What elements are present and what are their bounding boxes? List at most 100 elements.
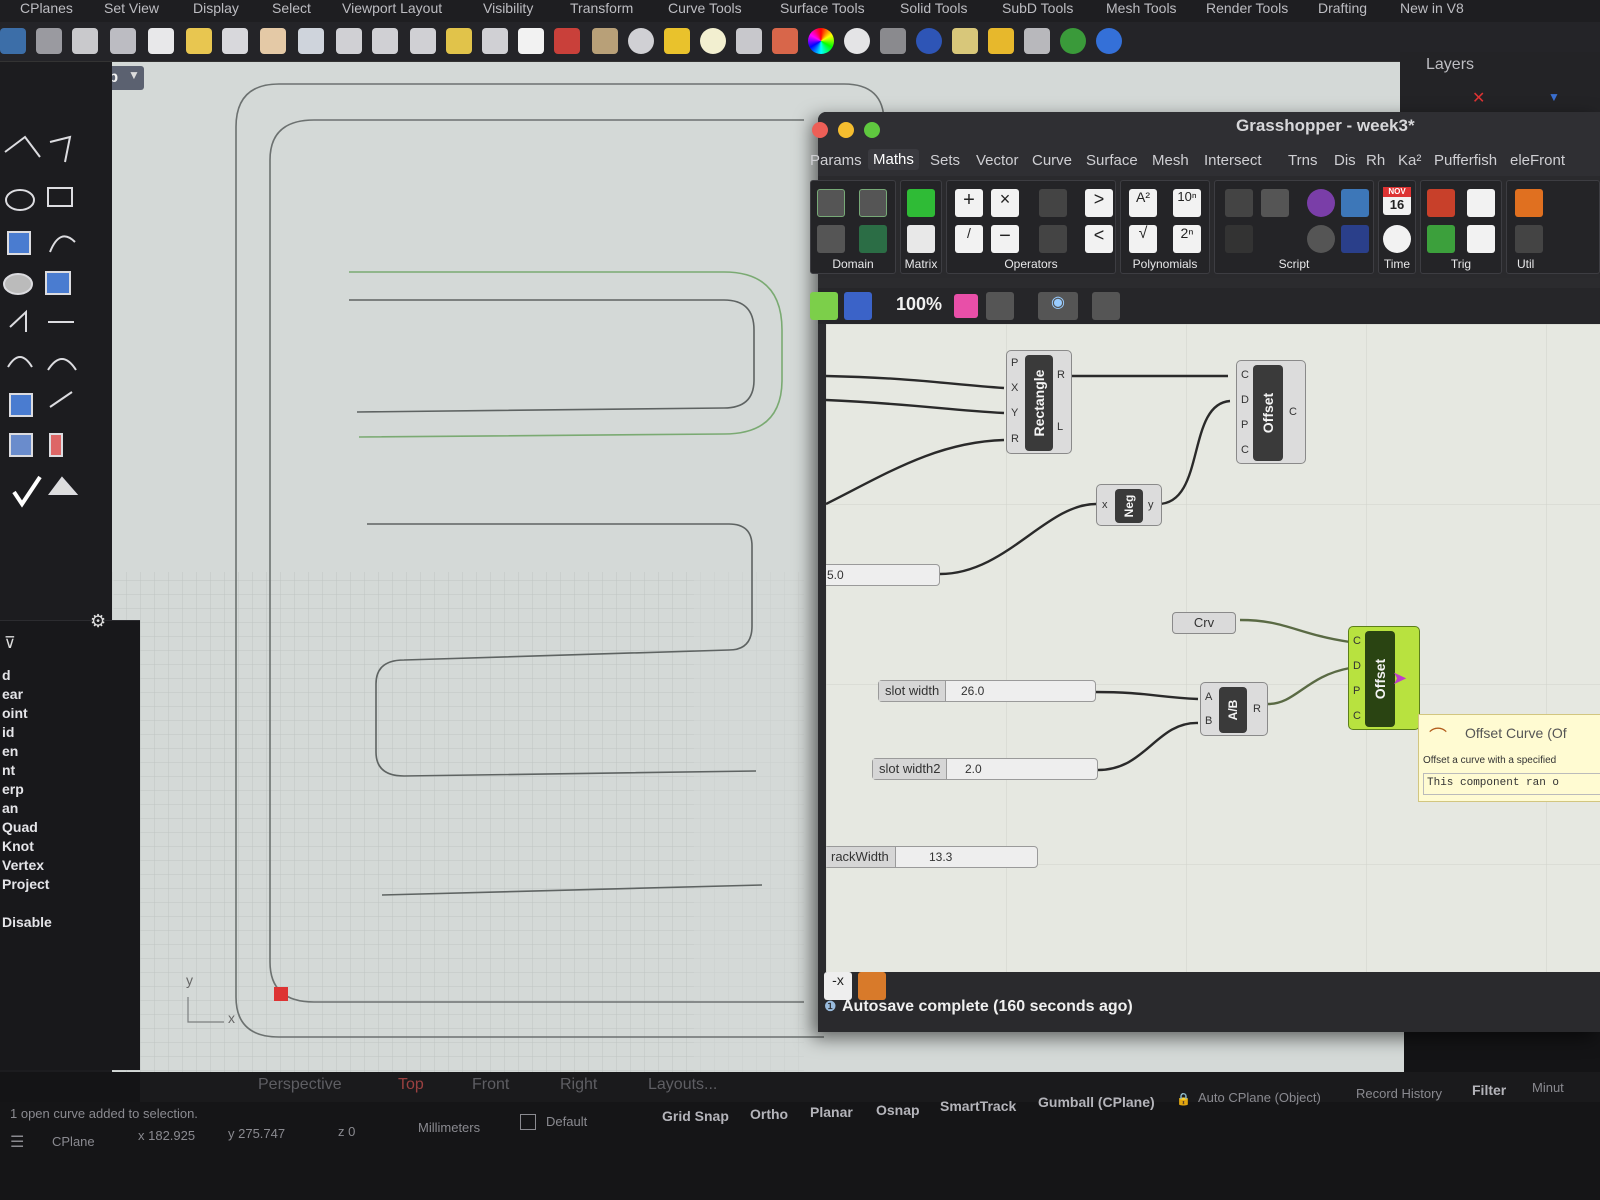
menu-viewport-layout[interactable]: Viewport Layout	[342, 0, 442, 16]
filter-icon[interactable]: ⊽	[4, 633, 16, 653]
menu-render-tools[interactable]: Render Tools	[1206, 0, 1288, 16]
layer-swatch[interactable]	[520, 1114, 536, 1130]
relative-differences-icon[interactable]	[1039, 225, 1067, 253]
osnap-item[interactable]: id	[2, 724, 14, 740]
menu-set-view[interactable]: Set View	[104, 0, 159, 16]
osnap-item[interactable]: d	[2, 667, 11, 683]
gh-title-bar[interactable]: Grasshopper - week3*	[812, 112, 1600, 146]
output-c[interactable]: C	[1289, 406, 1297, 418]
osnap-item[interactable]: an	[2, 800, 18, 816]
osnap-item[interactable]: ear	[2, 686, 23, 702]
select-points-icon[interactable]	[664, 28, 690, 54]
paste-icon[interactable]	[186, 28, 212, 54]
zoom-window-icon[interactable]	[372, 28, 398, 54]
delete-layer-icon[interactable]: ✕	[1472, 88, 1485, 108]
help-icon[interactable]	[1096, 28, 1122, 54]
tab-intersect[interactable]: Intersect	[1204, 152, 1262, 169]
output-r[interactable]: R	[1057, 369, 1065, 381]
input-x[interactable]: X	[1011, 382, 1018, 394]
bake-icon[interactable]	[858, 972, 886, 1000]
copy-icon[interactable]	[148, 28, 174, 54]
curve-param[interactable]: Crv	[1172, 612, 1236, 634]
rack-width-slider[interactable]: rackWidth 13.3	[826, 846, 1038, 868]
negative-component[interactable]: Neg x y	[1096, 484, 1162, 526]
tab-curve[interactable]: Curve	[1032, 152, 1072, 169]
domain-icon[interactable]	[817, 189, 845, 217]
zoom-extents-icon[interactable]	[986, 292, 1014, 320]
render-icon[interactable]	[952, 28, 978, 54]
input-c[interactable]: C	[1353, 635, 1361, 647]
rectangle-component[interactable]: Rectangle P X Y R R L	[1006, 350, 1072, 454]
square-root-icon[interactable]: √	[1129, 225, 1157, 253]
material-icon[interactable]	[916, 28, 942, 54]
mesh-icon[interactable]	[880, 28, 906, 54]
multiply-icon[interactable]: ×	[991, 189, 1019, 217]
util-icon[interactable]	[1515, 189, 1543, 217]
tab-kangaroo[interactable]: Ka²	[1398, 152, 1421, 169]
close-button[interactable]	[812, 122, 828, 138]
tab-elefront[interactable]: eleFront	[1510, 152, 1565, 169]
gumball-toggle[interactable]: Gumball (CPlane)	[1038, 1094, 1155, 1110]
sine-icon[interactable]	[1427, 189, 1455, 217]
rotate-view-icon[interactable]	[298, 28, 324, 54]
zoom-icon[interactable]	[336, 28, 362, 54]
undo-icon[interactable]	[222, 28, 248, 54]
osnap-item[interactable]: nt	[2, 762, 15, 778]
osnap-item[interactable]: en	[2, 743, 18, 759]
zoom-selected-icon[interactable]	[446, 28, 472, 54]
new-doc-icon[interactable]	[810, 292, 838, 320]
grasshopper-window[interactable]: Grasshopper - week3* Params Maths Sets V…	[810, 112, 1600, 1032]
mass-addition-icon[interactable]	[1039, 189, 1067, 217]
number-slider-5[interactable]: 5.0	[826, 564, 940, 586]
osnap-item-project[interactable]: Project	[2, 876, 49, 892]
planar-toggle[interactable]: Planar	[810, 1104, 853, 1120]
maximize-button[interactable]	[864, 122, 880, 138]
input-y[interactable]: Y	[1011, 407, 1018, 419]
tab-layouts[interactable]: Layouts...	[648, 1076, 717, 1094]
vb-script-icon[interactable]	[1341, 225, 1369, 253]
cplane-icon[interactable]	[628, 28, 654, 54]
input-a[interactable]: A	[1205, 691, 1212, 703]
gh-canvas[interactable]: Rectangle P X Y R R L Offset C D P C C N…	[826, 324, 1600, 972]
osnap-item-quad[interactable]: Quad	[2, 819, 38, 835]
osnap-item[interactable]: erp	[2, 781, 24, 797]
eye-preview-icon[interactable]: ◉	[1038, 292, 1078, 320]
tab-params[interactable]: Params	[810, 152, 862, 169]
construct-domain-icon[interactable]	[817, 225, 845, 253]
division-component[interactable]: A/B A B R	[1200, 682, 1268, 736]
output-y[interactable]: y	[1148, 499, 1154, 511]
smarttrack-toggle[interactable]: SmartTrack	[940, 1098, 1016, 1114]
cplane-label[interactable]: CPlane	[52, 1134, 95, 1149]
slot-width2-slider[interactable]: slot width2 2.0	[872, 758, 1098, 780]
clock-icon[interactable]	[1383, 225, 1411, 253]
tab-right[interactable]: Right	[560, 1076, 597, 1094]
tab-pufferfish[interactable]: Pufferfish	[1434, 152, 1497, 169]
csharp-icon[interactable]	[1307, 189, 1335, 217]
menu-drafting[interactable]: Drafting	[1318, 0, 1367, 16]
power-of-10-icon[interactable]: 10ⁿ	[1173, 189, 1201, 217]
addition-icon[interactable]: +	[955, 189, 983, 217]
radians-icon[interactable]	[1467, 225, 1495, 253]
chevron-down-icon[interactable]: ▼	[128, 68, 140, 82]
zoom-extents-icon[interactable]	[410, 28, 436, 54]
save-doc-icon[interactable]	[844, 292, 872, 320]
smaller-than-icon[interactable]: <	[1085, 225, 1113, 253]
menu-subd-tools[interactable]: SubD Tools	[1002, 0, 1073, 16]
osnap-item-vertex[interactable]: Vertex	[2, 857, 44, 873]
input-c[interactable]: C	[1241, 369, 1249, 381]
menu-new-in-v8[interactable]: New in V8	[1400, 0, 1464, 16]
input-x[interactable]: x	[1102, 499, 1108, 511]
tab-sets[interactable]: Sets	[930, 152, 960, 169]
division-icon[interactable]: /	[955, 225, 983, 253]
power-icon[interactable]: A²	[1129, 189, 1157, 217]
menu-select[interactable]: Select	[272, 0, 311, 16]
grid-plane-icon[interactable]	[592, 28, 618, 54]
pan-hand-icon[interactable]	[260, 28, 286, 54]
larger-than-icon[interactable]: >	[1085, 189, 1113, 217]
script-gear-icon[interactable]	[1307, 225, 1335, 253]
viewport-layout-icon[interactable]	[518, 28, 544, 54]
layer-icon[interactable]	[772, 28, 798, 54]
menu-mesh-tools[interactable]: Mesh Tools	[1106, 0, 1177, 16]
tab-front[interactable]: Front	[472, 1076, 509, 1094]
subtraction-icon[interactable]: −	[991, 225, 1019, 253]
